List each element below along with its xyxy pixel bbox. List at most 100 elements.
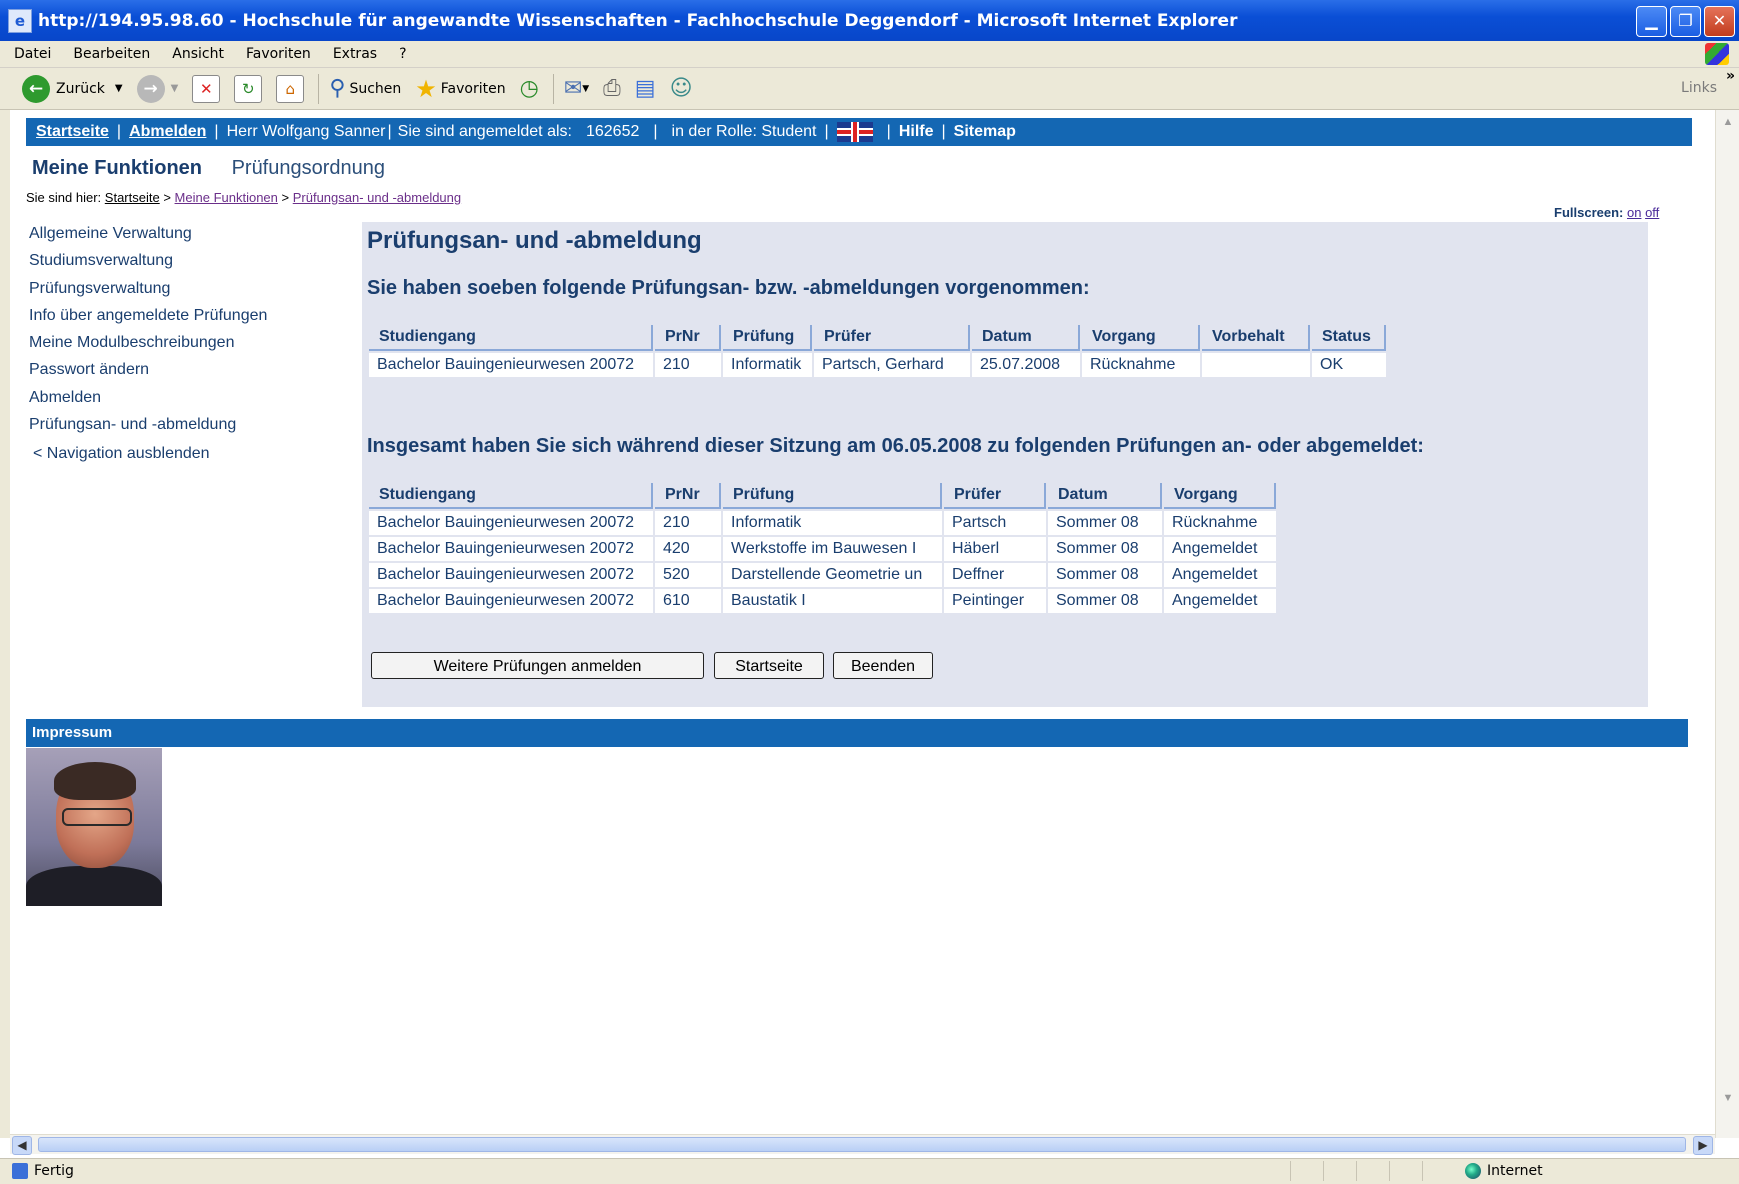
forward-dropdown-icon[interactable]: ▼ <box>171 83 179 94</box>
nav-home-link[interactable]: Startseite <box>36 123 109 141</box>
sidebar-item-pruefungsverwaltung[interactable]: Prüfungsverwaltung <box>29 275 267 302</box>
scroll-right-icon[interactable]: ▶ <box>1693 1136 1713 1155</box>
scroll-up-icon[interactable]: ▲ <box>1718 112 1738 132</box>
back-button[interactable]: ← Zurück ▼ <box>22 74 123 103</box>
search-label: Suchen <box>349 80 402 97</box>
horizontal-scrollbar[interactable]: ◀ ▶ <box>10 1134 1715 1155</box>
breadcrumb-current[interactable]: Prüfungsan- und -abmeldung <box>293 190 461 205</box>
minimize-button[interactable]: ▁ <box>1636 6 1667 37</box>
cell-vorgang: Rücknahme <box>1082 353 1200 377</box>
nav-logout-link[interactable]: Abmelden <box>129 123 206 141</box>
col-datum: Datum <box>1048 483 1162 509</box>
session-registrations-table: Studiengang PrNr Prüfung Prüfer Datum Vo… <box>367 481 1278 615</box>
edit-icon[interactable]: ▤ <box>635 76 656 101</box>
menu-favoriten[interactable]: Favoriten <box>246 46 311 62</box>
table-row: Bachelor Bauingenieurwesen 20072 420 Wer… <box>369 537 1276 561</box>
sidebar-item-pruefungsanmeldung[interactable]: Prüfungsan- und -abmeldung <box>29 411 267 438</box>
fullscreen-off-link[interactable]: off <box>1645 205 1659 220</box>
menu-datei[interactable]: Datei <box>14 46 51 62</box>
windows-logo-icon <box>1705 43 1729 65</box>
stop-icon[interactable]: ✕ <box>192 74 221 103</box>
nav-help-link[interactable]: Hilfe <box>899 123 934 141</box>
cell-prnr: 520 <box>655 563 721 587</box>
cell-status: OK <box>1312 353 1386 377</box>
cell-vorbehalt <box>1202 353 1310 377</box>
more-registrations-button[interactable]: Weitere Prüfungen anmelden <box>371 652 704 679</box>
english-flag-icon[interactable] <box>836 122 873 142</box>
breadcrumb-home[interactable]: Startseite <box>105 190 160 205</box>
cell-vorgang: Angemeldet <box>1164 589 1276 613</box>
col-datum: Datum <box>972 325 1080 351</box>
hide-navigation-link[interactable]: < Navigation ausblenden <box>29 440 267 467</box>
close-button[interactable]: ✕ <box>1704 6 1735 37</box>
sidebar-item-passwort[interactable]: Passwort ändern <box>29 356 267 383</box>
scroll-down-icon[interactable]: ▼ <box>1718 1088 1738 1108</box>
status-text: Fertig <box>34 1163 74 1179</box>
section-title-session: Insgesamt haben Sie sich während dieser … <box>367 435 1424 457</box>
maximize-button[interactable]: ❐ <box>1670 6 1701 37</box>
back-dropdown-icon[interactable]: ▼ <box>115 83 123 94</box>
menu-bearbeiten[interactable]: Bearbeiten <box>73 46 150 62</box>
menu-ansicht[interactable]: Ansicht <box>172 46 224 62</box>
scroll-left-icon[interactable]: ◀ <box>12 1136 32 1155</box>
cell-prnr: 420 <box>655 537 721 561</box>
col-pruefung: Prüfung <box>723 483 942 509</box>
impressum-link[interactable]: Impressum <box>32 724 112 741</box>
vertical-scrollbar[interactable]: ▲ ▼ <box>1715 110 1739 1138</box>
nav-sitemap-link[interactable]: Sitemap <box>954 123 1016 141</box>
back-label: Zurück <box>56 80 105 97</box>
nav-logged-in-label: Sie sind angemeldet als: <box>397 123 572 140</box>
cell-vorgang: Angemeldet <box>1164 537 1276 561</box>
toolbar-more-icon[interactable]: » <box>1726 68 1735 84</box>
menu-bar: Datei Bearbeiten Ansicht Favoriten Extra… <box>0 41 1739 68</box>
tab-pruefungsordnung[interactable]: Prüfungsordnung <box>232 157 385 179</box>
forward-button[interactable]: → ▼ <box>136 74 179 103</box>
nav-user-id: 162652 <box>585 123 640 140</box>
nav-user-name: Herr Wolfgang Sanner <box>226 123 386 140</box>
function-tabs: Meine Funktionen Prüfungsordnung <box>32 157 385 180</box>
home-icon[interactable]: ⌂ <box>276 74 305 103</box>
cell-vorgang: Angemeldet <box>1164 563 1276 587</box>
links-label[interactable]: Links <box>1681 80 1717 96</box>
mail-icon[interactable]: ✉ <box>564 76 582 101</box>
history-icon[interactable]: ◷ <box>520 76 539 101</box>
sidebar-item-info-pruefungen[interactable]: Info über angemeldete Prüfungen <box>29 302 267 329</box>
top-navigation: Startseite | Abmelden | Herr Wolfgang Sa… <box>26 118 1692 146</box>
cell-pruefung: Informatik <box>723 353 812 377</box>
sidebar-item-abmelden[interactable]: Abmelden <box>29 384 267 411</box>
sidebar-item-studiumsverwaltung[interactable]: Studiumsverwaltung <box>29 247 267 274</box>
page-icon <box>12 1163 28 1179</box>
quit-button[interactable]: Beenden <box>833 652 933 679</box>
cell-pruefer: Partsch, Gerhard <box>814 353 970 377</box>
search-button[interactable]: ⚲ Suchen <box>329 76 401 101</box>
breadcrumb-functions[interactable]: Meine Funktionen <box>175 190 278 205</box>
favorites-button[interactable]: ★ Favoriten <box>415 75 505 103</box>
cell-studiengang: Bachelor Bauingenieurwesen 20072 <box>369 537 653 561</box>
fullscreen-on-link[interactable]: on <box>1627 205 1641 220</box>
forward-arrow-icon: → <box>136 74 165 103</box>
table-row: Bachelor Bauingenieurwesen 20072 520 Dar… <box>369 563 1276 587</box>
refresh-icon[interactable]: ↻ <box>234 74 263 103</box>
cell-studiengang: Bachelor Bauingenieurwesen 20072 <box>369 563 653 587</box>
window-titlebar: e http://194.95.98.60 - Hochschule für a… <box>0 0 1739 41</box>
tab-meine-funktionen[interactable]: Meine Funktionen <box>32 157 202 179</box>
cell-pruefer: Deffner <box>944 563 1046 587</box>
menu-help[interactable]: ? <box>399 46 406 62</box>
home-button[interactable]: Startseite <box>714 652 824 679</box>
breadcrumb-prefix: Sie sind hier: <box>26 190 102 205</box>
fullscreen-toggle: Fullscreen: on off <box>1554 205 1659 220</box>
messenger-icon[interactable]: ☺ <box>670 76 693 101</box>
sidebar-item-allgemeine-verwaltung[interactable]: Allgemeine Verwaltung <box>29 220 267 247</box>
back-arrow-icon: ← <box>22 74 50 103</box>
print-icon[interactable]: ⎙ <box>603 76 621 101</box>
current-registrations-table: Studiengang PrNr Prüfung Prüfer Datum Vo… <box>367 323 1388 379</box>
scrollbar-thumb[interactable] <box>38 1137 1686 1152</box>
menu-extras[interactable]: Extras <box>333 46 377 62</box>
window-title: http://194.95.98.60 - Hochschule für ang… <box>38 10 1238 31</box>
col-prnr: PrNr <box>655 325 721 351</box>
sidebar-item-modulbeschreibungen[interactable]: Meine Modulbeschreibungen <box>29 329 267 356</box>
col-prnr: PrNr <box>655 483 721 509</box>
cell-pruefer: Partsch <box>944 511 1046 535</box>
cell-pruefer: Peintinger <box>944 589 1046 613</box>
table-row: Bachelor Bauingenieurwesen 20072 210 Inf… <box>369 353 1386 377</box>
